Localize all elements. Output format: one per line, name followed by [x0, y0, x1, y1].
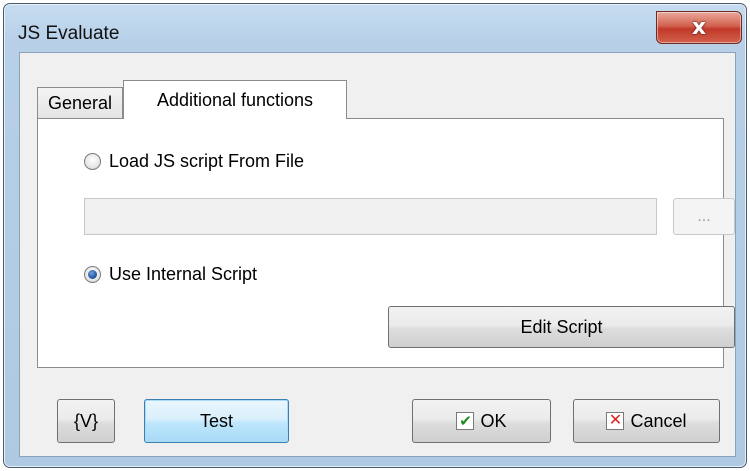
browse-label: ...	[697, 207, 711, 225]
edit-script-label: Edit Script	[520, 316, 603, 337]
use-internal-script-radio[interactable]	[84, 266, 101, 283]
dialog-window: JS Evaluate x General Additional functio…	[3, 3, 747, 468]
load-from-file-label: Load JS script From File	[109, 151, 305, 171]
edit-script-button[interactable]: Edit Script	[388, 306, 735, 348]
cancel-button[interactable]: ✕ Cancel	[573, 399, 720, 443]
ok-button[interactable]: ✔ OK	[412, 399, 551, 443]
use-internal-script-label: Use Internal Script	[109, 264, 258, 284]
browse-button[interactable]: ...	[673, 198, 735, 235]
test-button[interactable]: Test	[144, 399, 289, 443]
tab-general[interactable]: General	[37, 87, 123, 118]
variables-button[interactable]: {V}	[57, 399, 115, 443]
load-from-file-radio[interactable]	[84, 153, 101, 170]
close-button[interactable]: x	[656, 11, 742, 44]
tab-general-label: General	[47, 92, 113, 113]
ok-label: OK	[480, 410, 507, 431]
check-icon: ✔	[456, 412, 475, 430]
test-label: Test	[199, 410, 233, 431]
tab-additional-functions-label: Additional functions	[156, 89, 314, 110]
x-icon: ✕	[606, 412, 625, 430]
file-path-input[interactable]	[84, 198, 657, 235]
cancel-label: Cancel	[630, 410, 687, 431]
variables-label: {V}	[73, 410, 99, 431]
tab-panel-additional-functions: Load JS script From File ... Use Interna…	[37, 118, 735, 368]
tab-additional-functions[interactable]: Additional functions	[123, 80, 347, 119]
load-from-file-option[interactable]: Load JS script From File	[84, 151, 304, 172]
dialog-client-area: General Additional functions Load JS scr…	[19, 52, 736, 457]
window-title: JS Evaluate	[18, 23, 120, 44]
close-icon: x	[691, 14, 707, 40]
use-internal-script-option[interactable]: Use Internal Script	[84, 264, 257, 285]
